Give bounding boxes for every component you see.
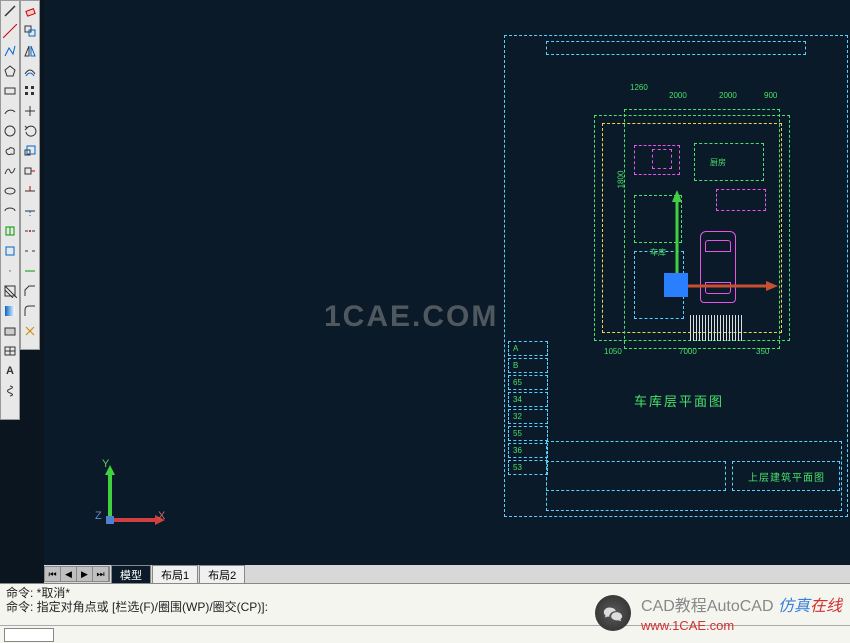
mirror-tool[interactable] [21, 42, 39, 60]
trim-tool[interactable] [21, 182, 39, 200]
make-block-tool[interactable] [1, 242, 19, 260]
tab-first[interactable]: ⏮ [45, 567, 61, 581]
stretch-tool[interactable] [21, 162, 39, 180]
array-tool[interactable] [21, 82, 39, 100]
explode-tool[interactable] [21, 322, 39, 340]
layout-tabs: ⏮ ◀ ▶ ⏭ 模型 布局1 布局2 [44, 565, 850, 583]
watermark-text: 1CAE.COM [324, 300, 498, 334]
tab-prev[interactable]: ◀ [61, 567, 77, 581]
polyline-tool[interactable] [1, 42, 19, 60]
region-tool[interactable] [1, 322, 19, 340]
ellipse-arc-tool[interactable] [1, 202, 19, 220]
y-axis-arrow[interactable] [672, 190, 682, 280]
break-tool[interactable] [21, 242, 39, 260]
scale-tool[interactable] [21, 142, 39, 160]
tab-next[interactable]: ▶ [77, 567, 93, 581]
ucs-icon: X Y Z [90, 440, 190, 540]
ellipse-tool[interactable] [1, 182, 19, 200]
circle-tool[interactable] [1, 122, 19, 140]
fillet-tool[interactable] [21, 302, 39, 320]
hatch-tool[interactable] [1, 282, 19, 300]
arc-tool[interactable] [1, 102, 19, 120]
footer-brand: CAD教程AutoCAD 仿真在线 [641, 592, 842, 616]
break-point-tool[interactable] [21, 222, 39, 240]
point-tool[interactable]: · [1, 262, 19, 280]
wechat-icon [595, 595, 631, 631]
rotate-tool[interactable] [21, 122, 39, 140]
insert-block-tool[interactable] [1, 222, 19, 240]
copy-tool[interactable] [21, 22, 39, 40]
drawing-title: 车库层平面图 [634, 391, 724, 410]
helix-tool[interactable] [1, 382, 19, 400]
modify-toolbar [20, 0, 40, 350]
move-tool[interactable] [21, 102, 39, 120]
mtext-tool[interactable]: A [1, 362, 19, 380]
erase-tool[interactable] [21, 2, 39, 20]
gradient-tool[interactable] [1, 302, 19, 320]
xline-tool[interactable] [1, 22, 19, 40]
offset-tool[interactable] [21, 62, 39, 80]
extend-tool[interactable] [21, 202, 39, 220]
footer-branding: CAD教程AutoCAD 仿真在线 www.1CAE.com [595, 592, 842, 633]
selection-grip[interactable] [664, 273, 688, 297]
line-tool[interactable] [1, 2, 19, 20]
tab-layout2[interactable]: 布局2 [199, 565, 245, 584]
polygon-tool[interactable] [1, 62, 19, 80]
table-tool[interactable] [1, 342, 19, 360]
tab-model[interactable]: 模型 [111, 565, 151, 584]
spline-tool[interactable] [1, 162, 19, 180]
join-tool[interactable] [21, 262, 39, 280]
hatch-pattern [690, 315, 742, 341]
tab-last[interactable]: ⏭ [93, 567, 109, 581]
command-input[interactable] [4, 628, 54, 642]
tab-layout1[interactable]: 布局1 [152, 565, 198, 584]
revcloud-tool[interactable] [1, 142, 19, 160]
car-symbol [700, 231, 736, 303]
footer-url: www.1CAE.com [641, 618, 842, 633]
model-space-canvas[interactable]: 1CAE.COM X Y Z [44, 0, 850, 565]
draw-toolbar: · A [0, 0, 20, 420]
chamfer-tool[interactable] [21, 282, 39, 300]
drawing-content: 1260 2000 2000 900 1800 1050 7000 350 厨房… [504, 35, 850, 519]
rectangle-tool[interactable] [1, 82, 19, 100]
x-axis-arrow[interactable] [688, 280, 778, 290]
